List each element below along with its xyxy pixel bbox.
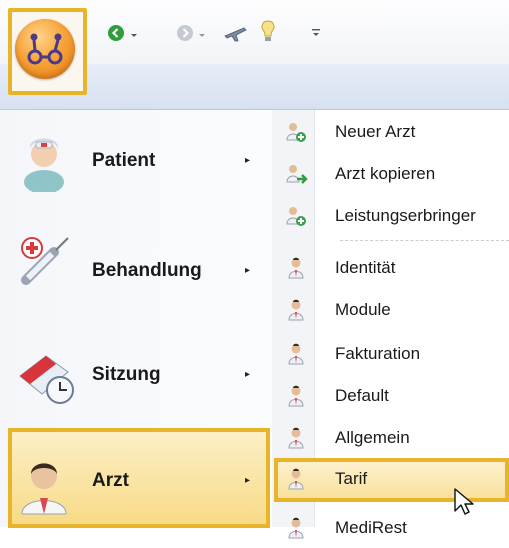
menu-item-behandlung[interactable]: Behandlung ▸ — [8, 218, 270, 318]
doctor-small-icon — [284, 467, 308, 496]
add-provider-icon — [284, 204, 308, 233]
doctor-small-icon — [284, 516, 308, 545]
doctor-icon — [16, 452, 72, 521]
lightbulb-icon[interactable] — [258, 19, 278, 41]
menu-item-label: Arzt — [92, 470, 129, 491]
menu-item-sitzung[interactable]: Sitzung ▸ — [8, 320, 270, 420]
menu-item-arzt[interactable]: Arzt ▸ — [8, 428, 270, 528]
submenu-label: Fakturation — [335, 344, 421, 363]
doctor-small-icon — [284, 426, 308, 455]
submenu-arrow-icon: ▸ — [245, 265, 251, 276]
airplane-icon[interactable] — [222, 22, 248, 44]
submenu-item-identitaet[interactable]: Identität — [272, 248, 509, 288]
forward-icon[interactable] — [174, 22, 196, 44]
mouse-cursor-icon — [453, 487, 475, 522]
submenu-label: Allgemein — [335, 428, 410, 447]
copy-doctor-icon — [284, 162, 308, 191]
submenu-arrow-icon: ▸ — [245, 369, 251, 380]
doctor-small-icon — [284, 384, 308, 413]
add-doctor-icon — [284, 120, 308, 149]
submenu-panel: Neuer Arzt Arzt kopieren Leistungserbrin… — [272, 110, 509, 539]
submenu-arrow-icon: ▸ — [245, 475, 251, 486]
submenu-label: Identität — [335, 258, 396, 277]
submenu-item-default[interactable]: Default — [272, 376, 509, 416]
back-icon[interactable] — [105, 22, 127, 44]
doctor-small-icon — [284, 298, 308, 327]
submenu-label: Arzt kopieren — [335, 164, 436, 183]
menu-item-label: Patient — [92, 150, 156, 171]
menu-main-column: Patient ▸ Behandlung ▸ Sitzung ▸ Arzt ▸ — [0, 110, 273, 528]
submenu-label: MediRest — [335, 518, 407, 537]
calendar-clock-icon — [16, 346, 80, 411]
submenu-label: Module — [335, 300, 391, 319]
submenu-item-module[interactable]: Module — [272, 290, 509, 330]
doctor-small-icon — [284, 342, 308, 371]
application-menu: Patient ▸ Behandlung ▸ Sitzung ▸ Arzt ▸ … — [0, 110, 509, 539]
submenu-label: Default — [335, 386, 389, 405]
submenu-item-arzt-kopieren[interactable]: Arzt kopieren — [272, 154, 509, 194]
patient-icon — [16, 132, 72, 197]
back-dropdown-icon[interactable] — [129, 27, 139, 49]
submenu-item-allgemein[interactable]: Allgemein — [272, 418, 509, 458]
submenu-item-fakturation[interactable]: Fakturation — [272, 334, 509, 374]
doctor-small-icon — [284, 256, 308, 285]
submenu-item-leistungserbringer[interactable]: Leistungserbringer — [272, 196, 509, 236]
submenu-separator — [340, 240, 509, 241]
app-menu-icon[interactable] — [15, 19, 75, 79]
forward-dropdown-icon[interactable] — [197, 27, 207, 49]
submenu-item-neuer-arzt[interactable]: Neuer Arzt — [272, 112, 509, 152]
submenu-arrow-icon: ▸ — [245, 155, 251, 166]
menu-item-label: Sitzung — [92, 364, 161, 385]
submenu-label: Leistungserbringer — [335, 206, 476, 225]
menu-item-patient[interactable]: Patient ▸ — [8, 110, 270, 210]
syringe-icon — [16, 232, 76, 297]
menu-item-label: Behandlung — [92, 260, 202, 281]
submenu-label: Neuer Arzt — [335, 122, 416, 141]
submenu-label: Tarif — [335, 469, 368, 488]
customize-toolbar-icon[interactable] — [311, 26, 321, 48]
